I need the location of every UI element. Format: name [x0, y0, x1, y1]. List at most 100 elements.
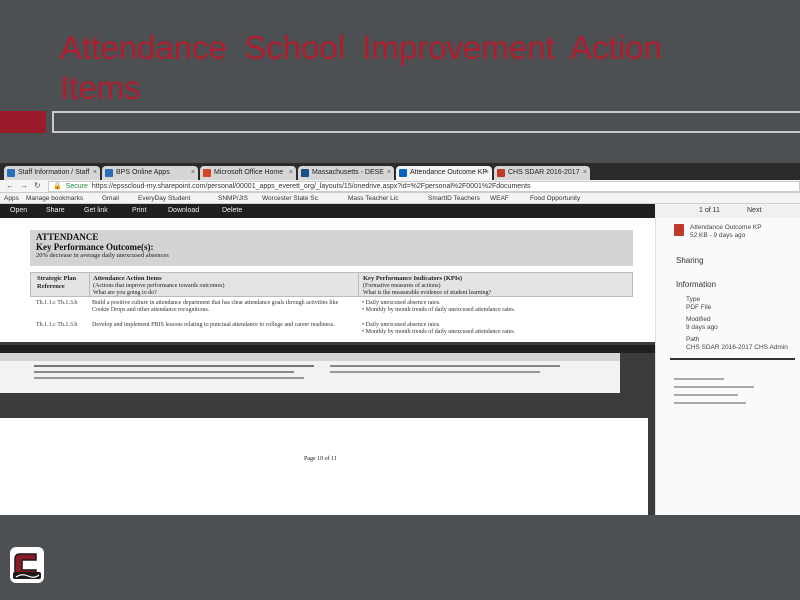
bookmark-item[interactable]: EveryDay Student	[138, 193, 190, 204]
panel-divider	[670, 358, 795, 360]
modified-label: Modified	[686, 316, 711, 323]
delete-button[interactable]: Delete	[222, 204, 242, 218]
lock-icon: 🔒	[53, 183, 62, 190]
browser-tab[interactable]: Massachusetts - DESE ×	[298, 166, 394, 180]
col-sub: (Formative measures of actions)	[363, 283, 441, 289]
type-label: Type	[686, 296, 701, 303]
bookmark-item[interactable]: Worcester State Sc	[262, 193, 318, 204]
bookmark-item[interactable]: SNMP/JIS	[218, 193, 248, 204]
col-strategic-plan: Strategic Plan Reference	[37, 275, 85, 291]
bookmark-item[interactable]: Manage bookmarks	[26, 193, 83, 204]
share-button[interactable]: Share	[46, 204, 65, 218]
file-size: 52 KB - 9 days ago	[690, 232, 746, 239]
download-button[interactable]: Download	[168, 204, 199, 218]
col-question: What is the measurable evidence of stude…	[363, 290, 492, 296]
bookmarks-bar: Apps Manage bookmarks Gmail EveryDay Stu…	[0, 193, 800, 204]
back-icon[interactable]: ←	[6, 181, 14, 190]
col-title: Strategic Plan Reference	[37, 275, 77, 290]
panel-text-line	[674, 386, 754, 388]
tab-favicon-icon	[105, 169, 113, 177]
tab-close-icon[interactable]: ×	[583, 166, 587, 180]
text-line	[34, 371, 294, 373]
text-line	[330, 371, 540, 373]
tab-label: Microsoft Office Home	[214, 169, 284, 176]
section-title: ATTENDANCE	[36, 232, 99, 242]
reload-icon[interactable]: ↻	[34, 181, 41, 190]
kpi-item: Monthly by month trends of daily unexcus…	[365, 307, 516, 313]
tab-label: BPS Online Apps	[116, 169, 170, 176]
pager: 1 of 11 Next	[655, 204, 800, 218]
bookmark-item[interactable]: Mass Teacher Lic	[348, 193, 398, 204]
open-button[interactable]: Open	[10, 204, 27, 218]
kpo-header: ATTENDANCE Key Performance Outcome(s): 2…	[30, 230, 633, 266]
panel-text-line	[674, 402, 746, 404]
tab-label: Massachusetts - DESE	[312, 169, 384, 176]
document-viewer[interactable]: ATTENDANCE Key Performance Outcome(s): 2…	[0, 218, 655, 515]
table-row: Th.1.1.c Th.1.3.b Build a positive cultu…	[30, 300, 633, 320]
col-kpis: Key Performance Indicators (KPIs) (Forma…	[363, 275, 631, 297]
tab-close-icon[interactable]: ×	[191, 166, 195, 180]
viewer-toolbar: Open Share Get link Print Download Delet…	[0, 204, 655, 218]
next-page-button[interactable]: Next	[747, 204, 761, 218]
tab-label: CHS SDAR 2016-2017	[508, 169, 580, 176]
bookmark-item[interactable]: Food Opportunity	[530, 193, 580, 204]
sharing-heading[interactable]: Sharing	[676, 256, 704, 265]
get-link-button[interactable]: Get link	[84, 204, 108, 218]
page-indicator: 1 of 11	[699, 207, 720, 214]
row-action: Build a positive culture in attendance d…	[92, 300, 339, 313]
row-kpi: • Daily unexcused absence rates. • Month…	[362, 322, 516, 335]
bookmark-item[interactable]: WEAF	[490, 193, 509, 204]
tab-favicon-icon	[7, 169, 15, 177]
browser-tab[interactable]: BPS Online Apps ×	[102, 166, 198, 180]
text-line	[330, 365, 560, 367]
kpi-item: Daily unexcused absence rates.	[365, 322, 441, 328]
modified-value: 9 days ago	[686, 324, 718, 331]
pdf-file-icon	[674, 224, 684, 236]
row-action: Develop and implement PBIS lessons relat…	[92, 322, 335, 328]
document-page: Page 10 of 11	[0, 418, 648, 515]
tab-close-icon[interactable]: ×	[289, 166, 293, 180]
tab-label: Attendance Outcome KP	[410, 169, 488, 176]
tab-close-icon[interactable]: ×	[485, 166, 489, 180]
panel-text-line	[674, 378, 724, 380]
kpi-item: Monthly by month trends of daily unexcus…	[365, 329, 516, 335]
bookmark-item[interactable]: Gmail	[102, 193, 119, 204]
col-action-items: Attendance Action Items (Actions that im…	[93, 275, 353, 297]
divider	[358, 273, 359, 296]
information-heading: Information	[676, 280, 717, 289]
col-title: Key Performance Indicators (KPIs)	[363, 275, 463, 282]
tab-favicon-icon	[203, 169, 211, 177]
print-button[interactable]: Print	[132, 204, 146, 218]
document-page	[0, 353, 620, 393]
divider	[89, 273, 90, 296]
tab-close-icon[interactable]: ×	[387, 166, 391, 180]
forward-icon[interactable]: →	[20, 181, 28, 190]
chs-logo	[10, 547, 44, 583]
text-line	[34, 365, 314, 367]
document-page: ATTENDANCE Key Performance Outcome(s): 2…	[0, 218, 655, 342]
accent-bar-red	[0, 111, 46, 133]
browser-tab[interactable]: CHS SDAR 2016-2017 ×	[494, 166, 590, 180]
text-line	[34, 377, 304, 379]
col-question: What are you going to do?	[93, 290, 157, 296]
browser-tab-active[interactable]: Attendance Outcome KP ×	[396, 166, 492, 180]
browser-tab-bar: Staff Information / Staff × BPS Online A…	[0, 163, 800, 180]
col-title: Attendance Action Items	[93, 275, 162, 282]
url-input[interactable]: 🔒 Secure https://epsscloud-my.sharepoint.c…	[48, 181, 800, 192]
tab-favicon-icon	[399, 169, 407, 177]
address-bar: ← → ↻ 🔒 Secure https://epsscloud-my.sharep…	[0, 180, 800, 193]
kpo-value: 20% decrease in average daily unexcused …	[36, 252, 169, 259]
tab-label: Staff Information / Staff	[18, 169, 90, 176]
path-label: Path	[686, 336, 700, 343]
row-ref: Th.1.1.c Th.1.3.b	[36, 322, 78, 328]
file-info-panel: Attendance Outcome KP 52 KB - 9 days ago…	[655, 218, 800, 515]
type-value: PDF File	[686, 304, 712, 311]
bookmark-item[interactable]: SmartID Teachers	[428, 193, 480, 204]
tab-favicon-icon	[301, 169, 309, 177]
tab-close-icon[interactable]: ×	[93, 166, 97, 180]
url-text: https://epsscloud-my.sharepoint.com/pers…	[91, 183, 531, 190]
browser-tab[interactable]: Staff Information / Staff ×	[4, 166, 100, 180]
kpo-label: Key Performance Outcome(s):	[36, 242, 154, 252]
browser-tab[interactable]: Microsoft Office Home ×	[200, 166, 296, 180]
bookmark-item[interactable]: Apps	[4, 193, 19, 204]
